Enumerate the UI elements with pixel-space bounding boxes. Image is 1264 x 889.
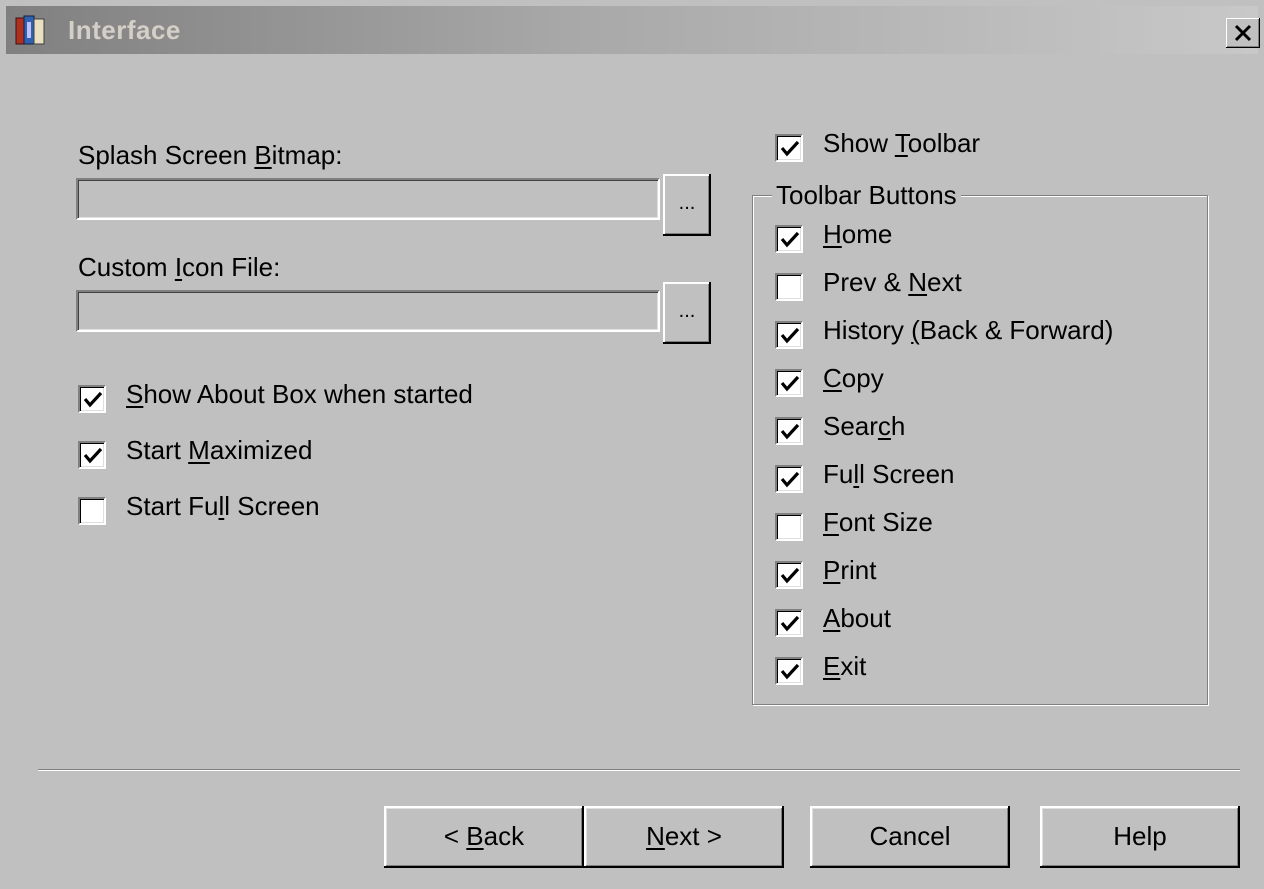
window-title: Interface [68, 15, 181, 45]
toolbar-about-checkbox[interactable] [775, 609, 803, 637]
start-full-screen-checkbox[interactable] [78, 497, 106, 525]
checkmark-icon [780, 231, 800, 248]
checkmark-icon [780, 140, 800, 157]
checkmark-icon [83, 391, 103, 408]
toolbar-font-size-label[interactable]: Font Size [823, 507, 933, 538]
toolbar-exit-label[interactable]: Exit [823, 651, 866, 682]
footer-separator [38, 769, 1240, 771]
splash-bitmap-field[interactable] [76, 178, 660, 220]
checkmark-icon [780, 471, 800, 488]
show-about-box-checkbox[interactable] [78, 385, 106, 413]
toolbar-home-checkbox[interactable] [775, 225, 803, 253]
checkmark-icon [780, 567, 800, 584]
toolbar-about-label[interactable]: About [823, 603, 891, 634]
checkmark-icon [780, 663, 800, 680]
back-button[interactable]: < Back [384, 806, 584, 868]
toolbar-search-label[interactable]: Search [823, 411, 905, 442]
show-about-box-label[interactable]: Show About Box when started [126, 379, 473, 410]
toolbar-copy-checkbox[interactable] [775, 369, 803, 397]
splash-browse-button[interactable]: ... [663, 174, 711, 236]
splash-bitmap-label: Splash Screen Bitmap: [78, 140, 343, 170]
checkmark-icon [780, 375, 800, 392]
toolbar-prev-next-checkbox[interactable] [775, 273, 803, 301]
toolbar-print-label[interactable]: Print [823, 555, 876, 586]
checkmark-icon [780, 423, 800, 440]
start-maximized-checkbox[interactable] [78, 441, 106, 469]
toolbar-copy-label[interactable]: Copy [823, 363, 884, 394]
icon-browse-button[interactable]: ... [663, 282, 711, 344]
toolbar-search-checkbox[interactable] [775, 417, 803, 445]
toolbar-history-label[interactable]: History (Back & Forward) [823, 315, 1113, 346]
close-icon [1234, 24, 1252, 42]
toolbar-exit-checkbox[interactable] [775, 657, 803, 685]
toolbar-print-checkbox[interactable] [775, 561, 803, 589]
checkmark-icon [83, 447, 103, 464]
app-book-icon [14, 14, 48, 48]
show-toolbar-label[interactable]: Show Toolbar [823, 128, 980, 159]
close-button[interactable] [1226, 18, 1260, 48]
start-full-screen-label[interactable]: Start Full Screen [126, 491, 320, 522]
show-toolbar-checkbox[interactable] [775, 134, 803, 162]
title-bar: Interface [6, 6, 1260, 54]
toolbar-home-label[interactable]: Home [823, 219, 892, 250]
next-button[interactable]: Next > [584, 806, 784, 868]
toolbar-full-screen-label[interactable]: Full Screen [823, 459, 955, 490]
toolbar-buttons-group [752, 195, 1208, 705]
toolbar-prev-next-label[interactable]: Prev & Next [823, 267, 962, 298]
toolbar-full-screen-checkbox[interactable] [775, 465, 803, 493]
cancel-button[interactable]: Cancel [810, 806, 1010, 868]
start-maximized-label[interactable]: Start Maximized [126, 435, 312, 466]
toolbar-history-checkbox[interactable] [775, 321, 803, 349]
checkmark-icon [780, 327, 800, 344]
help-button[interactable]: Help [1040, 806, 1240, 868]
toolbar-buttons-group-title: Toolbar Buttons [772, 180, 961, 211]
interface-dialog: Interface Splash Screen Bitmap: ... Cust… [0, 0, 1264, 889]
custom-icon-label: Custom Icon File: [78, 252, 281, 282]
checkmark-icon [780, 615, 800, 632]
custom-icon-field[interactable] [76, 290, 660, 332]
toolbar-font-size-checkbox[interactable] [775, 513, 803, 541]
